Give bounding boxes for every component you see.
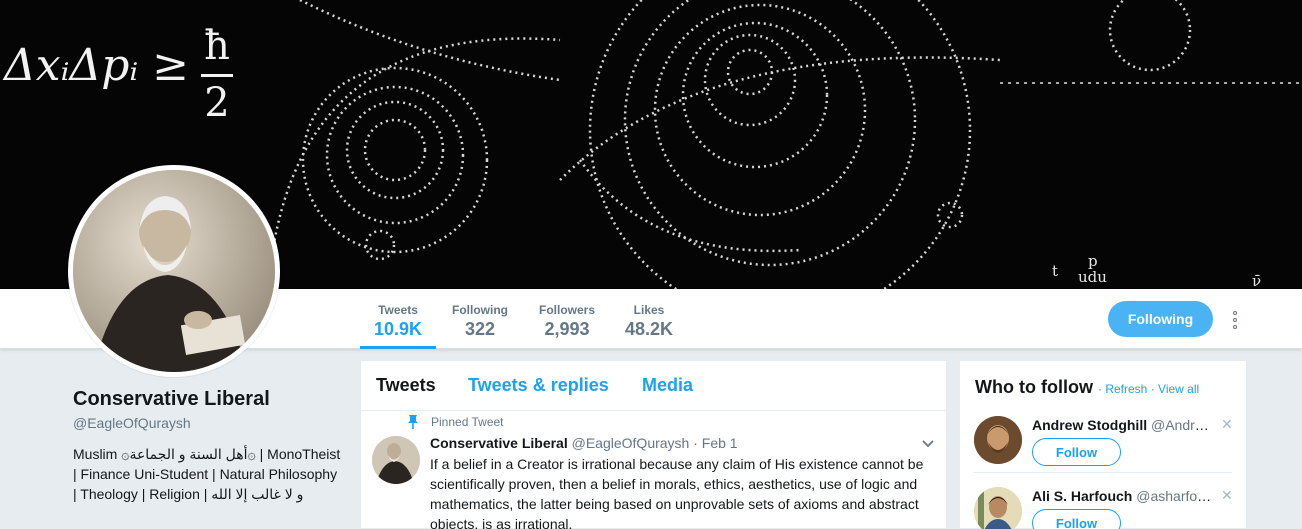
profile-bio: Muslim ۞أهل السنة و الجماعة۞ | MonoTheis… (73, 446, 341, 502)
suggestion-fullname: Andrew Stodghill (1032, 417, 1148, 433)
suggestion-name[interactable]: Andrew Stodghill @Andre... (1032, 417, 1212, 433)
banner-equation: ΔxᵢΔpᵢ ≥ (4, 40, 190, 91)
suggestion-handle: @asharfou... (1136, 488, 1212, 504)
suggestion-fullname: Ali S. Harfouch (1032, 488, 1133, 504)
banner-label-v: ν̄ (1252, 272, 1262, 289)
following-button[interactable]: Following (1108, 301, 1213, 337)
tab-media[interactable]: Media (642, 375, 693, 396)
pinned-label: Pinned Tweet (431, 415, 504, 429)
banner-fraction: ħ 2 (201, 26, 233, 123)
stat-following[interactable]: Following 322 (446, 289, 514, 349)
pinned-indicator: Pinned Tweet (405, 415, 504, 429)
suggestion-item: Ali S. Harfouch @asharfou... ✕ Follow (974, 487, 1233, 529)
profile-name[interactable]: Conservative Liberal (73, 388, 270, 411)
tweet-header: Conservative Liberal @EagleOfQuraysh · F… (430, 435, 738, 451)
banner-label-t: t (1052, 262, 1059, 280)
follow-button[interactable]: Follow (1032, 509, 1121, 529)
stat-label: Tweets (378, 303, 418, 317)
stat-likes[interactable]: Likes 48.2K (620, 289, 678, 349)
timeline-tabs: Tweets Tweets & replies Media (361, 361, 946, 411)
refresh-link[interactable]: Refresh (1105, 382, 1147, 396)
suggestion-item: Andrew Stodghill @Andre... ✕ Follow (974, 416, 1233, 476)
suggestion-avatar[interactable] (974, 487, 1022, 529)
suggestion-name[interactable]: Ali S. Harfouch @asharfou... (1032, 488, 1212, 504)
banner-fraction-top: ħ (204, 23, 230, 69)
tweet-date[interactable]: · Feb 1 (693, 435, 737, 451)
stat-label: Followers (538, 303, 595, 317)
stat-label: Likes (633, 303, 665, 317)
stat-label: Following (452, 303, 508, 317)
who-to-follow-title: Who to follow (975, 377, 1093, 397)
suggestion-handle: @Andre... (1151, 417, 1212, 433)
pin-icon (408, 415, 418, 429)
timeline: Tweets Tweets & replies Media Pinned Twe… (360, 360, 947, 529)
tab-tweets-replies[interactable]: Tweets & replies (468, 375, 609, 396)
stat-value: 48.2K (624, 319, 674, 339)
stat-value: 2,993 (544, 319, 590, 339)
tweet-avatar[interactable] (372, 436, 420, 484)
stat-value: 10.9K (373, 319, 423, 339)
tweet-text: If a belief in a Creator is irrational b… (430, 456, 924, 529)
chevron-down-icon[interactable] (921, 437, 935, 451)
who-to-follow-header: Who to follow · Refresh · View all (975, 377, 1200, 397)
divider (974, 472, 1232, 473)
stat-followers[interactable]: Followers 2,993 (532, 289, 602, 349)
tweet-author-name[interactable]: Conservative Liberal (430, 435, 568, 451)
dismiss-icon[interactable]: ✕ (1221, 487, 1233, 504)
profile-handle: @EagleOfQuraysh (73, 415, 191, 431)
stat-value: 322 (464, 319, 496, 339)
avatar-portrait (73, 170, 275, 372)
tab-tweets[interactable]: Tweets (376, 375, 436, 396)
banner-fraction-bottom: 2 (204, 80, 230, 126)
profile-avatar[interactable] (68, 165, 280, 377)
more-options-icon[interactable] (1226, 308, 1244, 332)
suggestion-avatar[interactable] (974, 416, 1022, 464)
view-all-link[interactable]: View all (1158, 382, 1199, 396)
stat-tweets[interactable]: Tweets 10.9K (360, 289, 436, 349)
banner-label-udu: udu (1078, 268, 1107, 286)
follow-button[interactable]: Follow (1032, 438, 1121, 466)
tweet-author-handle[interactable]: @EagleOfQuraysh (572, 435, 690, 451)
dismiss-icon[interactable]: ✕ (1221, 416, 1233, 433)
